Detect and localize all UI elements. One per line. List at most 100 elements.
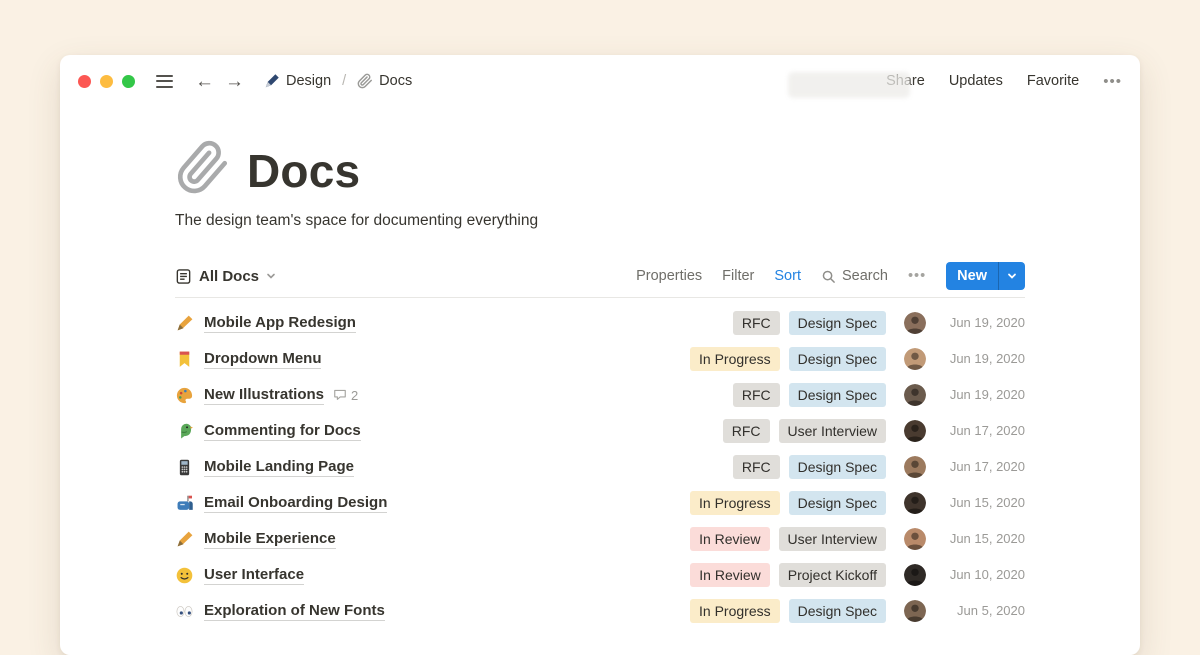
table-row[interactable]: Commenting for Docs RFCUser InterviewJun …: [175, 413, 1025, 449]
new-dropdown-button[interactable]: [999, 262, 1025, 290]
view-switcher[interactable]: All Docs: [175, 268, 276, 285]
doc-title[interactable]: Mobile Experience: [204, 530, 336, 549]
palette-icon: [175, 386, 194, 405]
share-button[interactable]: Share: [886, 73, 925, 89]
doc-title[interactable]: Mobile App Redesign: [204, 314, 356, 333]
chevron-down-icon: [1007, 271, 1017, 281]
paperclip-icon[interactable]: [173, 137, 233, 197]
avatar: [904, 420, 926, 442]
new-button[interactable]: New: [946, 262, 1025, 290]
tag: Design Spec: [789, 599, 886, 622]
row-date: Jun 15, 2020: [939, 495, 1025, 510]
doc-title[interactable]: Exploration of New Fonts: [204, 602, 385, 621]
tag: Design Spec: [789, 311, 886, 334]
back-arrow-icon[interactable]: ←: [194, 72, 215, 91]
updates-button[interactable]: Updates: [949, 73, 1003, 89]
avatar: [904, 564, 926, 586]
doc-title[interactable]: Email Onboarding Design: [204, 494, 387, 513]
doc-title[interactable]: User Interface: [204, 566, 304, 585]
breadcrumb-design[interactable]: Design: [264, 73, 331, 89]
page-header: Docs: [175, 139, 1025, 195]
search-label: Search: [842, 268, 888, 284]
avatar: [904, 600, 926, 622]
app-window: ← → Design / Docs Share Updates Favorite…: [60, 55, 1140, 655]
new-button-label: New: [946, 262, 998, 290]
tag: RFC: [733, 311, 780, 334]
parrot-icon: [175, 422, 194, 441]
row-meta: In ReviewUser InterviewJun 15, 2020: [630, 527, 1025, 550]
bookmark-icon: [175, 350, 194, 369]
tag: Design Spec: [789, 455, 886, 478]
sort-button[interactable]: Sort: [774, 268, 801, 284]
toolbar-more-icon[interactable]: •••: [908, 268, 926, 284]
doc-title[interactable]: Mobile Landing Page: [204, 458, 354, 477]
search-icon: [821, 269, 836, 284]
avatar: [904, 348, 926, 370]
tag-list: RFC Design Spec: [630, 383, 886, 406]
table-row[interactable]: Mobile Landing PageRFCDesign SpecJun 17,…: [175, 449, 1025, 485]
tag: Design Spec: [789, 383, 886, 406]
table-row[interactable]: Email Onboarding Design In ProgressDesign…: [175, 485, 1025, 521]
table-tools: Properties Filter Sort Search ••• New: [636, 262, 1025, 290]
breadcrumb-docs[interactable]: Docs: [357, 73, 412, 89]
table-row[interactable]: New Illustrations 2 RFC Design Spec Jun 19, …: [175, 377, 1025, 413]
row-date: Jun 10, 2020: [939, 567, 1025, 582]
table-row[interactable]: Mobile Experience In ReviewUser Interview…: [175, 521, 1025, 557]
eyes-icon: [175, 602, 194, 621]
filter-button[interactable]: Filter: [722, 268, 754, 284]
tag: RFC: [733, 383, 780, 406]
document-icon: [175, 268, 192, 285]
avatar: [904, 312, 926, 334]
tag: Design Spec: [789, 347, 886, 370]
doc-title[interactable]: New Illustrations: [204, 386, 324, 405]
breadcrumb-separator: /: [342, 73, 346, 89]
forward-arrow-icon[interactable]: →: [224, 72, 245, 91]
phone-icon: [175, 458, 194, 477]
tag: In Progress: [690, 491, 780, 514]
search-button[interactable]: Search: [821, 268, 888, 284]
menu-icon[interactable]: [156, 75, 173, 88]
tag: Project Kickoff: [779, 563, 886, 586]
zoom-button[interactable]: [122, 75, 135, 88]
mailbox-icon: [175, 494, 194, 513]
close-button[interactable]: [78, 75, 91, 88]
more-options-icon[interactable]: •••: [1103, 73, 1122, 90]
pen-icon: [175, 314, 194, 333]
titlebar-actions: Share Updates Favorite •••: [886, 73, 1122, 90]
properties-button[interactable]: Properties: [636, 268, 702, 284]
row-date: Jun 19, 2020: [939, 387, 1025, 402]
view-name: All Docs: [199, 268, 259, 285]
tag-list: RFCDesign Spec: [630, 455, 886, 478]
avatar: [904, 528, 926, 550]
doc-table: Mobile App Redesign RFC Design Spec Jun 19,…: [175, 298, 1025, 629]
tag-list: In ProgressDesign Spec: [630, 599, 886, 622]
minimize-button[interactable]: [100, 75, 113, 88]
pen-icon: [175, 530, 194, 549]
favorite-button[interactable]: Favorite: [1027, 73, 1079, 89]
table-row[interactable]: Dropdown Menu In ProgressDesign Spec Jun 1…: [175, 341, 1025, 377]
row-meta: In ProgressDesign Spec Jun 15, 2020: [630, 491, 1025, 514]
tag-list: In ReviewProject Kickoff: [630, 563, 886, 586]
row-meta: RFCUser InterviewJun 17, 2020: [630, 419, 1025, 442]
table-row[interactable]: User Interface In ReviewProject Kickoff Ju…: [175, 557, 1025, 593]
tag-list: In ProgressDesign Spec: [630, 347, 886, 370]
view-toolbar: All Docs Properties Filter Sort Search •…: [175, 260, 1025, 292]
row-meta: In ProgressDesign Spec Jun 19, 2020: [630, 347, 1025, 370]
doc-title[interactable]: Dropdown Menu: [204, 350, 321, 369]
table-row[interactable]: Exploration of New Fonts In ProgressDesig…: [175, 593, 1025, 629]
tag-list: RFC Design Spec: [630, 311, 886, 334]
row-date: Jun 5, 2020: [939, 603, 1025, 618]
table-row[interactable]: Mobile App RedesignRFCDesign SpecJun 19,…: [175, 305, 1025, 341]
smiley-icon: [175, 566, 194, 585]
tag-list: In ProgressDesign Spec: [630, 491, 886, 514]
comment-bubble-icon: [333, 388, 347, 402]
chevron-down-icon: [266, 271, 276, 281]
comment-count[interactable]: 2: [333, 388, 358, 403]
page-title: Docs: [247, 147, 360, 195]
tag: User Interview: [779, 419, 886, 442]
doc-title[interactable]: Commenting for Docs: [204, 422, 361, 441]
tag-list: In ReviewUser Interview: [630, 527, 886, 550]
page-subtitle: The design team's space for documenting …: [175, 212, 1025, 230]
row-date: Jun 19, 2020: [939, 351, 1025, 366]
row-meta: RFCDesign SpecJun 19, 2020: [630, 311, 1025, 334]
